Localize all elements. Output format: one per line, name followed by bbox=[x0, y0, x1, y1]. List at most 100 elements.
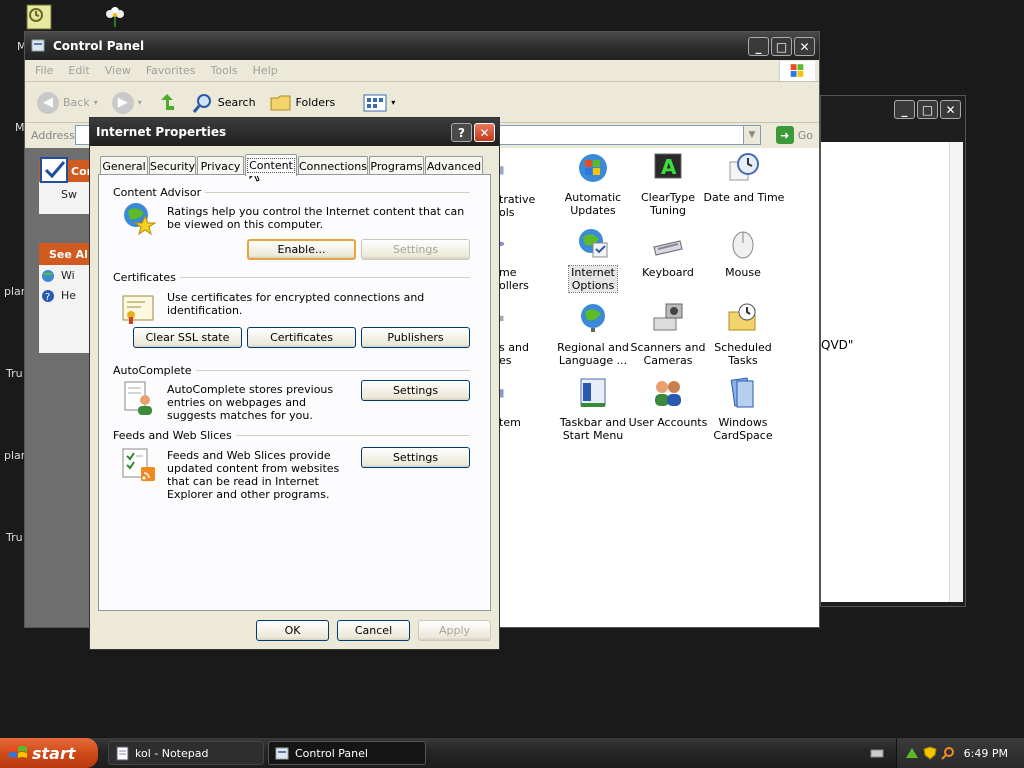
forward-button[interactable]: ▶ ▾ bbox=[108, 90, 146, 116]
control-panel-titlebar[interactable]: Control Panel bbox=[25, 32, 819, 60]
back-button[interactable]: ◀ Back ▾ bbox=[33, 90, 102, 116]
cp-item-mouse[interactable]: Mouse bbox=[704, 227, 782, 279]
vertical-scrollbar[interactable] bbox=[949, 142, 963, 602]
folder-icon bbox=[270, 95, 291, 110]
cp-item-system[interactable]: tem bbox=[499, 377, 539, 429]
publishers-button[interactable]: Publishers bbox=[361, 327, 470, 348]
feeds-settings-button[interactable]: Settings bbox=[361, 447, 470, 468]
network-tray-icon[interactable] bbox=[905, 746, 919, 760]
menu-tools[interactable]: Tools bbox=[211, 64, 238, 77]
mouse-icon bbox=[732, 231, 754, 259]
desktop-flower-icon[interactable] bbox=[102, 2, 128, 28]
menu-file[interactable]: File bbox=[35, 64, 53, 77]
scheduled-tasks-icon bbox=[728, 303, 756, 331]
clock-icon bbox=[729, 153, 759, 181]
cp-item-printers-and-faxes[interactable]: s and es bbox=[499, 302, 539, 367]
close-button[interactable]: ✕ bbox=[794, 37, 815, 56]
keyboard-tray-icon[interactable] bbox=[870, 746, 884, 760]
cp-item-label: Windows CardSpace bbox=[713, 416, 773, 442]
address-dropdown-button[interactable]: ▼ bbox=[743, 125, 761, 145]
cp-item-scheduled-tasks[interactable]: Scheduled Tasks bbox=[704, 302, 782, 367]
tab-label: Connections bbox=[299, 159, 367, 173]
tab-content[interactable]: Content bbox=[245, 154, 297, 176]
content-tab-panel: Content Advisor Ratings help you control… bbox=[98, 174, 491, 611]
cp-item-label: s and es bbox=[499, 341, 529, 367]
clock: 6:49 PM bbox=[963, 746, 1008, 760]
taskbar-item-control-panel[interactable]: Control Panel bbox=[268, 741, 426, 765]
svg-text:A: A bbox=[661, 155, 677, 179]
cp-item-automatic-updates[interactable]: Automatic Updates bbox=[554, 152, 632, 217]
taskbar-item-notepad[interactable]: kol - Notepad bbox=[108, 741, 264, 765]
cp-item-scanners-and-cameras[interactable]: Scanners and Cameras bbox=[629, 302, 707, 367]
cp-item-game-controllers[interactable]: me ollers bbox=[497, 227, 539, 292]
menu-favorites[interactable]: Favorites bbox=[146, 64, 196, 77]
cp-item-windows-cardspace[interactable]: Windows CardSpace bbox=[704, 377, 782, 442]
tab-label: Security bbox=[149, 159, 196, 173]
cp-item-date-and-time[interactable]: Date and Time bbox=[699, 152, 789, 204]
button-label: Clear SSL state bbox=[145, 331, 230, 344]
desktop-app-icon[interactable] bbox=[26, 4, 52, 30]
start-button[interactable]: start bbox=[0, 738, 98, 768]
task-label: kol - Notepad bbox=[135, 746, 209, 760]
back-label: Back bbox=[63, 96, 90, 109]
maximize-button[interactable]: □ bbox=[917, 100, 938, 119]
tab-privacy[interactable]: Privacy bbox=[197, 156, 244, 175]
cp-item-regional-and-language[interactable]: Regional and Language ... bbox=[554, 302, 632, 367]
minimize-button[interactable]: _ bbox=[894, 100, 915, 119]
tab-connections[interactable]: Connections bbox=[298, 156, 368, 175]
tab-advanced[interactable]: Advanced bbox=[425, 156, 483, 175]
tab-security[interactable]: Security bbox=[149, 156, 196, 175]
task-label: Control Panel bbox=[295, 746, 368, 760]
dropdown-arrow-icon: ▾ bbox=[391, 98, 396, 107]
up-folder-button[interactable] bbox=[152, 90, 182, 116]
cp-item-label: Keyboard bbox=[642, 266, 694, 279]
search-icon bbox=[192, 93, 211, 113]
cp-item-internet-options[interactable]: Internet Options bbox=[554, 227, 632, 293]
cp-item-user-accounts[interactable]: User Accounts bbox=[625, 377, 711, 429]
button-label: Settings bbox=[392, 243, 439, 256]
window-controls: _ □ ✕ bbox=[748, 37, 815, 56]
enable-button[interactable]: Enable... bbox=[247, 239, 356, 260]
security-shield-icon[interactable] bbox=[923, 746, 937, 760]
search-label: Search bbox=[217, 96, 256, 109]
button-label: Settings bbox=[392, 451, 439, 464]
maximize-button[interactable]: □ bbox=[771, 37, 792, 56]
menu-help[interactable]: Help bbox=[253, 64, 278, 77]
clear-ssl-state-button[interactable]: Clear SSL state bbox=[133, 327, 242, 348]
cp-item-label: Taskbar and Start Menu bbox=[559, 416, 627, 442]
views-icon bbox=[363, 94, 387, 111]
cp-item-keyboard[interactable]: Keyboard bbox=[629, 227, 707, 279]
minimize-button[interactable]: _ bbox=[748, 37, 769, 56]
internet-properties-dialog[interactable]: Internet Properties ? ✕ General Security… bbox=[89, 117, 500, 650]
tab-programs[interactable]: Programs bbox=[369, 156, 424, 175]
views-button[interactable]: ▾ bbox=[359, 91, 399, 115]
help-button[interactable]: ? bbox=[451, 123, 472, 142]
tab-general[interactable]: General bbox=[100, 156, 148, 175]
menu-view[interactable]: View bbox=[105, 64, 131, 77]
close-button[interactable]: ✕ bbox=[474, 123, 495, 142]
cp-item-administrative-tools[interactable]: trative ols bbox=[499, 154, 539, 219]
autocomplete-settings-button[interactable]: Settings bbox=[361, 380, 470, 401]
certificate-icon bbox=[122, 295, 154, 324]
search-button[interactable]: Search bbox=[188, 90, 260, 116]
cancel-button[interactable]: Cancel bbox=[337, 620, 410, 641]
ok-button[interactable]: OK bbox=[256, 620, 329, 641]
content-advisor-icon bbox=[124, 203, 157, 236]
go-button[interactable]: ➜ Go bbox=[775, 126, 813, 144]
menu-edit[interactable]: Edit bbox=[68, 64, 89, 77]
apply-button[interactable]: Apply bbox=[418, 620, 491, 641]
folders-button[interactable]: Folders bbox=[266, 91, 340, 115]
search-tray-icon[interactable] bbox=[941, 746, 955, 760]
cp-item-label: Automatic Updates bbox=[564, 191, 622, 217]
cp-item-cleartype-tuning[interactable]: A ClearType Tuning bbox=[629, 152, 707, 217]
see-also-title: See Al bbox=[49, 247, 88, 261]
cp-item-label: tem bbox=[499, 416, 521, 429]
cp-item-taskbar-and-start-menu[interactable]: Taskbar and Start Menu bbox=[554, 377, 632, 442]
content-advisor-settings-button[interactable]: Settings bbox=[361, 239, 470, 260]
certificates-button[interactable]: Certificates bbox=[247, 327, 356, 348]
dialog-titlebar[interactable]: Internet Properties bbox=[90, 118, 499, 146]
cardspace-icon bbox=[730, 377, 754, 408]
background-window[interactable]: _ □ ✕ QVD" bbox=[820, 95, 966, 607]
button-label: Certificates bbox=[270, 331, 333, 344]
close-button[interactable]: ✕ bbox=[940, 100, 961, 119]
